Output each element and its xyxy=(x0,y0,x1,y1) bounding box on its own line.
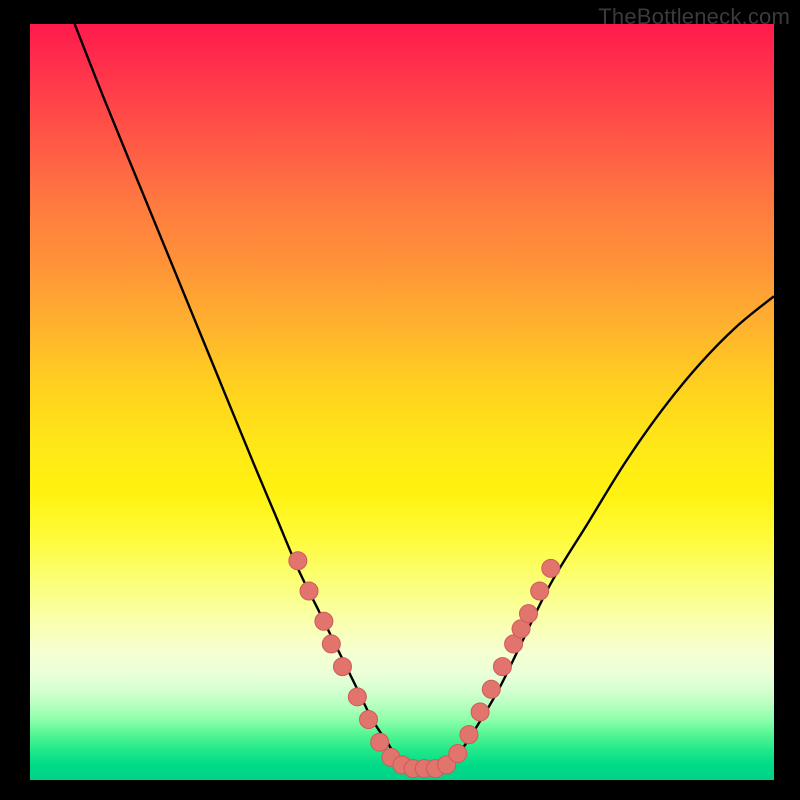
curve-marker xyxy=(300,582,318,600)
curve-marker xyxy=(493,658,511,676)
curve-marker xyxy=(542,559,560,577)
curve-marker xyxy=(471,703,489,721)
curve-marker xyxy=(460,726,478,744)
chart-svg xyxy=(30,24,774,780)
bottleneck-curve xyxy=(75,24,774,773)
marker-group xyxy=(289,552,560,778)
curve-marker xyxy=(519,605,537,623)
curve-marker xyxy=(531,582,549,600)
curve-marker xyxy=(322,635,340,653)
plot-area xyxy=(30,24,774,780)
curve-marker xyxy=(360,711,378,729)
curve-marker xyxy=(315,612,333,630)
curve-marker xyxy=(333,658,351,676)
curve-marker xyxy=(348,688,366,706)
chart-frame: TheBottleneck.com xyxy=(0,0,800,800)
curve-marker xyxy=(449,745,467,763)
curve-marker xyxy=(371,733,389,751)
curve-marker xyxy=(482,680,500,698)
curve-marker xyxy=(289,552,307,570)
